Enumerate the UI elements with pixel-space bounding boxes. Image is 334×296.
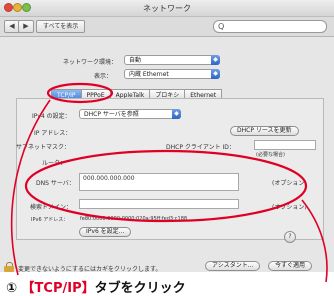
show-value: 内蔵 Ethernet [129,71,169,78]
search-domain-field[interactable] [79,199,239,209]
toolbar: ◀ ▶ すべてを表示 Q [0,17,334,37]
ipv4-config-label: IPv4 の設定： [32,113,71,120]
annotation-caption: ① 【TCP/IP】タブをクリック [6,277,186,296]
forward-button[interactable]: ▶ [18,20,34,33]
annotation-prefix: ① [6,281,22,296]
popup-arrow-icon: ◆ [211,69,220,79]
router-label: ルータ： [42,160,67,167]
ipv4-config-popup[interactable]: DHCP サーバを参照 ◆ [79,109,181,119]
search-domain-optional-note: (オプション) [272,204,307,211]
location-value: 自動 [129,57,142,64]
ipv4-config-value: DHCP サーバを参照 [84,111,139,118]
dns-optional-note: (オプション) [272,180,307,187]
assistant-button[interactable]: アシスタント... [205,261,261,271]
window-title: ネットワーク [143,4,191,13]
show-popup[interactable]: 内蔵 Ethernet ◆ [124,69,220,79]
title-bar: ネットワーク [0,0,334,17]
annotation-highlight: 【TCP/IP】 [21,281,95,296]
annotation-suffix: タブをクリック [94,281,186,296]
ipv6-address-label: IPv6 アドレス： [31,217,69,223]
apply-now-button[interactable]: 今すぐ適用 [268,261,313,271]
dns-server-value: 000.000.000.000 [83,175,135,182]
dhcp-renew-button[interactable]: DHCP リースを更新 [230,126,299,136]
lock-message: 変更できないようにするにはカギをクリックします。 [18,266,162,272]
if-required-note: (必要な場合) [256,152,285,158]
configure-ipv6-button[interactable]: IPv6 を設定... [79,227,132,237]
dhcp-client-id-field[interactable] [254,140,316,150]
popup-arrow-icon: ◆ [211,55,220,65]
lock-icon[interactable] [4,262,14,272]
ipv6-address-value: fe80:0000:0000:0000:020a:95ff:fed3:c188 [80,216,188,222]
help-button[interactable]: ? [284,231,296,243]
dhcp-client-id-label: DHCP クライアント ID： [166,144,235,151]
location-popup[interactable]: 自動 ◆ [124,55,220,65]
popup-arrow-icon: ◆ [172,109,181,119]
search-domain-label: 検索ドメイン： [30,204,73,211]
subnet-mask-label: サブネットマスク： [16,144,71,151]
ip-address-label: IP アドレス： [34,130,72,137]
dns-server-label: DNS サーバ： [36,180,75,187]
show-all-button[interactable]: すべてを表示 [36,20,86,33]
network-window: ネットワーク ◀ ▶ すべてを表示 Q ネットワーク環境： 自動 ◆ 表示： 内… [0,0,334,272]
search-field[interactable]: Q [213,20,327,33]
dns-server-field[interactable]: 000.000.000.000 [79,173,239,191]
search-icon: Q [218,22,225,31]
location-label: ネットワーク環境： [63,59,118,66]
show-label: 表示： [94,73,113,80]
